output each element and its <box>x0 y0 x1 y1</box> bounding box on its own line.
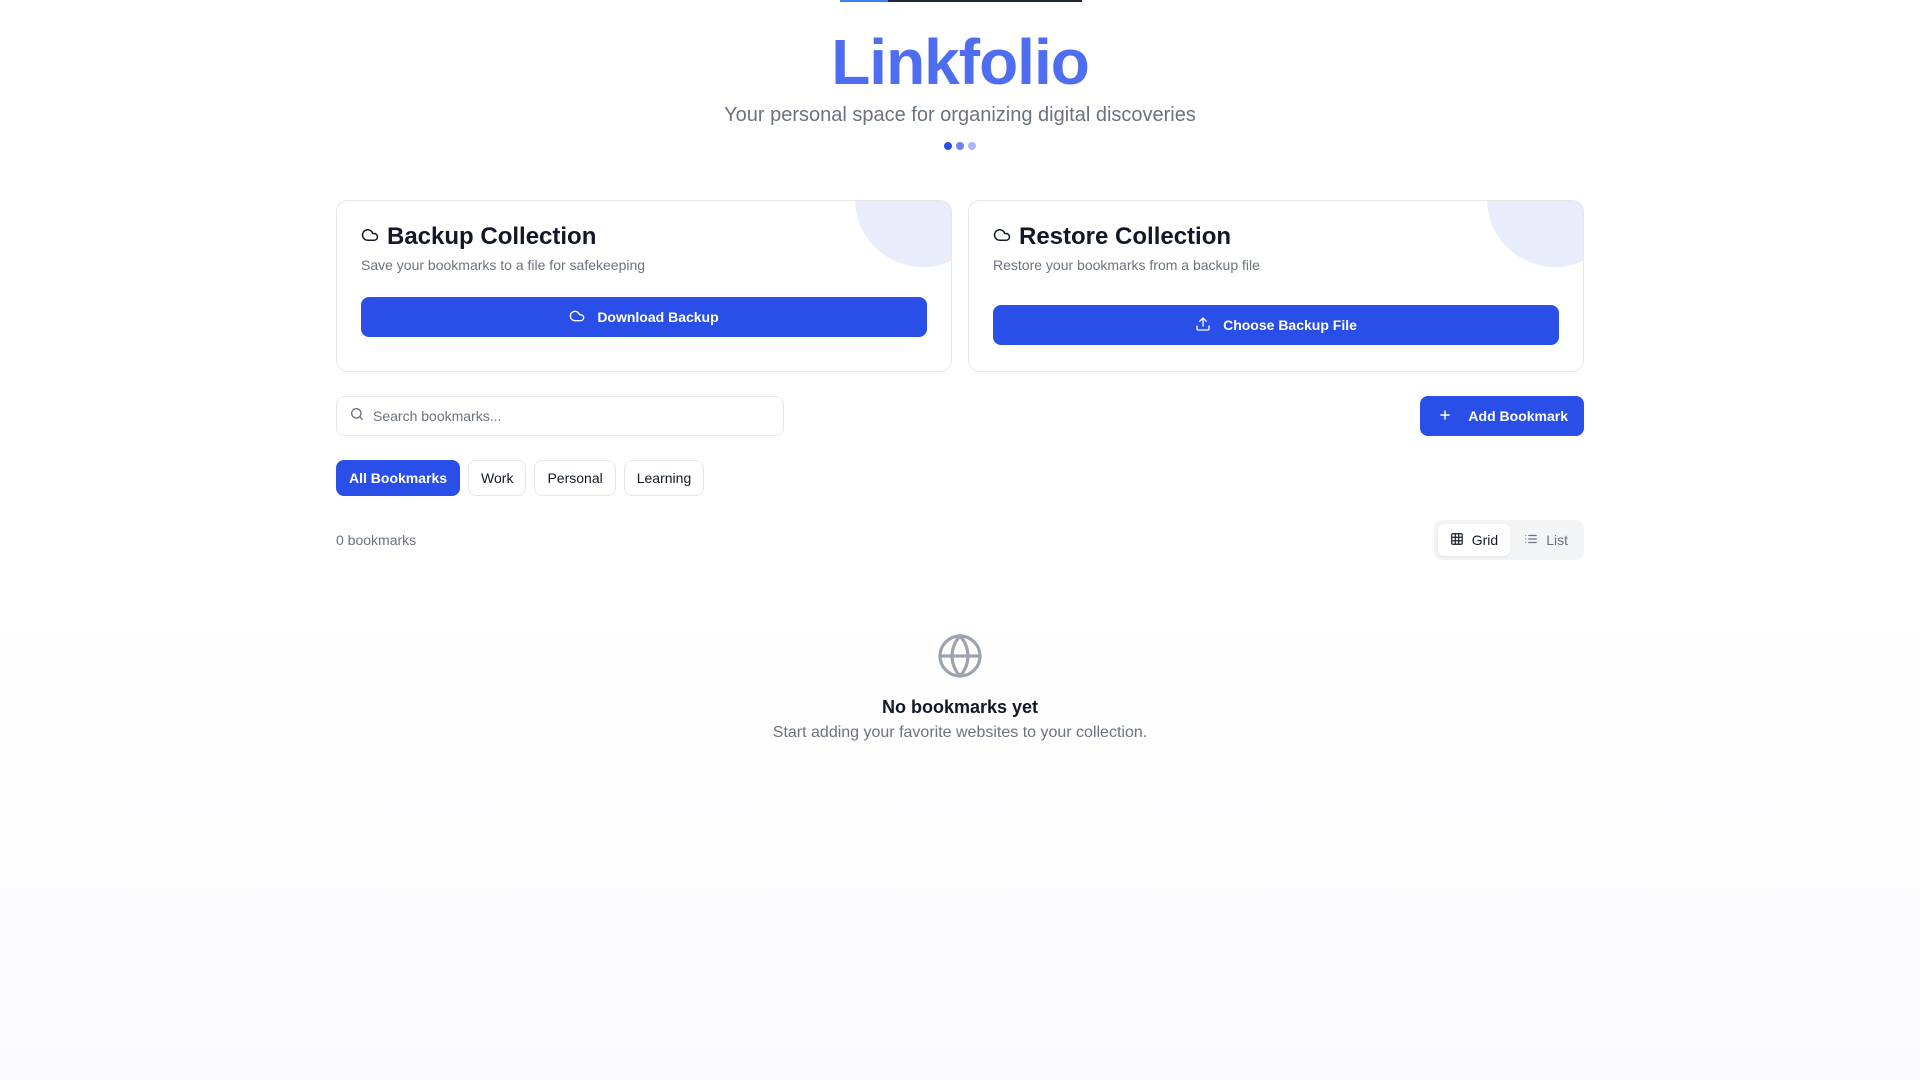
list-icon <box>1524 532 1538 549</box>
add-bookmark-label: Add Bookmark <box>1468 408 1568 424</box>
backup-card-title: Backup Collection <box>387 223 597 250</box>
restore-card: Restore Collection Restore your bookmark… <box>968 200 1584 372</box>
download-backup-button[interactable]: Download Backup <box>361 297 927 337</box>
cloud-icon <box>993 226 1011 249</box>
choose-backup-file-label: Choose Backup File <box>1223 317 1357 333</box>
dot-2 <box>956 142 964 150</box>
bookmark-count: 0 bookmarks <box>336 532 417 548</box>
filter-work[interactable]: Work <box>468 460 527 496</box>
choose-backup-file-button[interactable]: Choose Backup File <box>993 305 1559 345</box>
grid-view-label: Grid <box>1471 532 1499 548</box>
add-bookmark-button[interactable]: Add Bookmark <box>1420 396 1584 436</box>
globe-icon <box>936 632 984 685</box>
search-box[interactable] <box>336 396 784 436</box>
search-icon <box>349 406 365 427</box>
top-progress-strip <box>840 0 1082 2</box>
bookmark-toolbar: Add Bookmark <box>336 396 1584 436</box>
upload-icon <box>1195 316 1211 335</box>
page-header: Linkfolio Your personal space for organi… <box>0 22 1920 150</box>
dot-3 <box>968 142 976 150</box>
empty-state-title: No bookmarks yet <box>881 697 1039 717</box>
cloud-icon <box>569 308 585 327</box>
restore-card-title: Restore Collection <box>1019 223 1232 250</box>
backup-card-header: Backup Collection <box>361 223 927 251</box>
dot-1 <box>944 142 952 150</box>
filter-personal[interactable]: Personal <box>534 460 616 496</box>
filter-all-bookmarks[interactable]: All Bookmarks <box>336 460 461 496</box>
grid-icon <box>1450 532 1464 549</box>
results-meta: 0 bookmarks Grid List <box>336 520 1584 560</box>
category-filters: All Bookmarks Work Personal Learning <box>336 460 1584 496</box>
top-progress-accent <box>840 0 888 2</box>
decorative-dots <box>0 142 1920 150</box>
filter-learning[interactable]: Learning <box>623 460 705 496</box>
download-backup-label: Download Backup <box>597 309 719 325</box>
app-subtitle: Your personal space for organizing digit… <box>724 104 1196 126</box>
restore-card-description: Restore your bookmarks from a backup fil… <box>993 257 1260 273</box>
empty-state-description: Start adding your favorite websites to y… <box>772 724 1148 741</box>
backup-card-description: Save your bookmarks to a file for safeke… <box>361 257 646 273</box>
list-view-label: List <box>1546 532 1568 548</box>
list-view-button[interactable]: List <box>1512 524 1580 556</box>
app-title: Linkfolio <box>831 26 1090 98</box>
backup-restore-section: Backup Collection Save your bookmarks to… <box>336 200 1584 372</box>
empty-state: No bookmarks yet Start adding your favor… <box>0 632 1920 742</box>
grid-view-button[interactable]: Grid <box>1437 524 1511 556</box>
view-toggle: Grid List <box>1433 520 1584 560</box>
backup-card: Backup Collection Save your bookmarks to… <box>336 200 952 372</box>
plus-icon <box>1438 408 1452 425</box>
restore-card-header: Restore Collection <box>993 223 1559 251</box>
search-input[interactable] <box>373 408 771 424</box>
cloud-icon <box>361 226 379 249</box>
